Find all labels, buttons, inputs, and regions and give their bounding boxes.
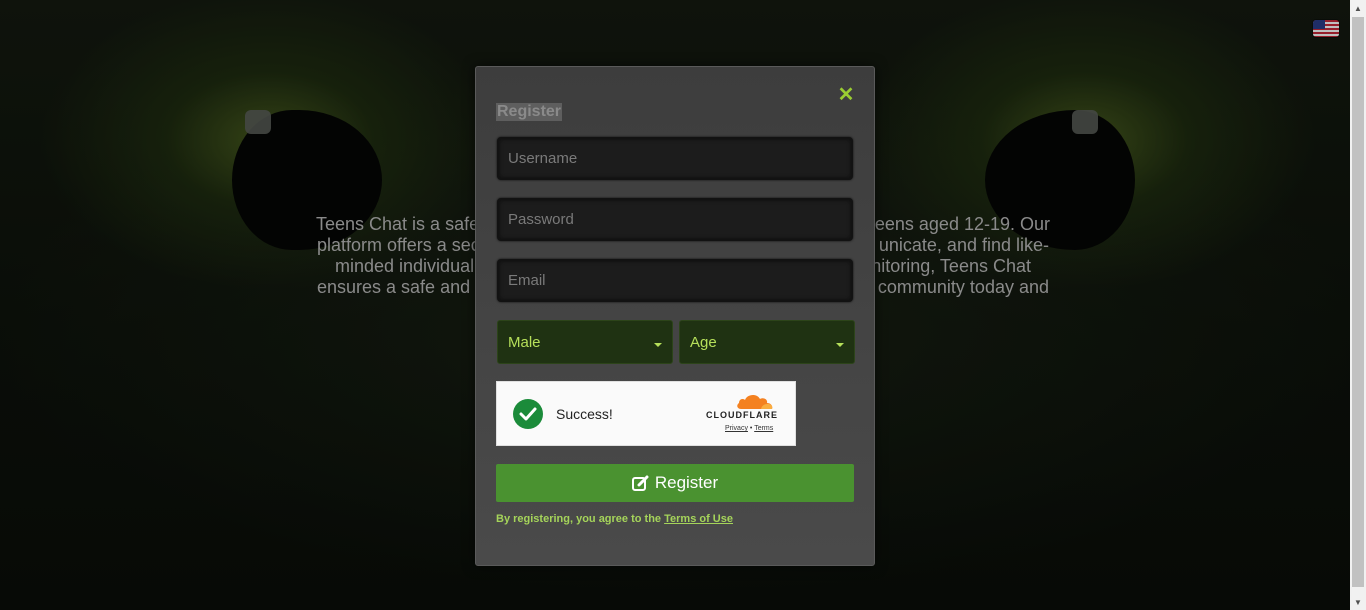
terms-of-use-link[interactable]: Terms of Use bbox=[664, 513, 733, 525]
close-icon[interactable]: ✕ bbox=[835, 84, 857, 106]
page-scrollbar[interactable]: ▲ ▼ bbox=[1350, 0, 1366, 610]
age-select-value: Age bbox=[690, 333, 717, 351]
captcha-status: Success! bbox=[556, 406, 613, 422]
success-check-icon bbox=[513, 399, 543, 429]
scroll-up-icon[interactable]: ▲ bbox=[1350, 0, 1366, 16]
gender-select-value: Male bbox=[508, 333, 541, 351]
register-button-label: Register bbox=[654, 473, 719, 492]
cloudflare-brand: CLOUDFLARE bbox=[706, 410, 778, 420]
email-input[interactable] bbox=[497, 259, 853, 302]
modal-title: Register bbox=[496, 103, 563, 121]
gender-select[interactable]: Male bbox=[497, 320, 673, 364]
chevron-down-icon bbox=[654, 343, 662, 347]
register-modal: Register ✕ Male Age Success! CLOUDFLARE … bbox=[475, 66, 875, 566]
captcha-links: Privacy • Terms bbox=[725, 425, 773, 432]
scroll-thumb[interactable] bbox=[1352, 17, 1364, 587]
register-button[interactable]: Register bbox=[496, 464, 854, 502]
cloudflare-captcha[interactable]: Success! CLOUDFLARE Privacy • Terms bbox=[496, 381, 796, 446]
terms-link[interactable]: Terms bbox=[754, 425, 773, 432]
cloudflare-logo[interactable]: CLOUDFLARE bbox=[701, 392, 781, 422]
edit-icon bbox=[631, 475, 649, 491]
username-input[interactable] bbox=[497, 137, 853, 180]
password-input[interactable] bbox=[497, 198, 853, 241]
terms-prefix: By registering, you agree to the bbox=[496, 513, 662, 525]
terms-notice: By registering, you agree to the Terms o… bbox=[496, 513, 733, 525]
chevron-down-icon bbox=[836, 343, 844, 347]
privacy-link[interactable]: Privacy bbox=[725, 425, 748, 432]
cloudflare-cloud-icon bbox=[737, 394, 773, 409]
age-select[interactable]: Age bbox=[679, 320, 855, 364]
link-separator: • bbox=[749, 425, 753, 432]
scroll-down-icon[interactable]: ▼ bbox=[1350, 594, 1366, 610]
